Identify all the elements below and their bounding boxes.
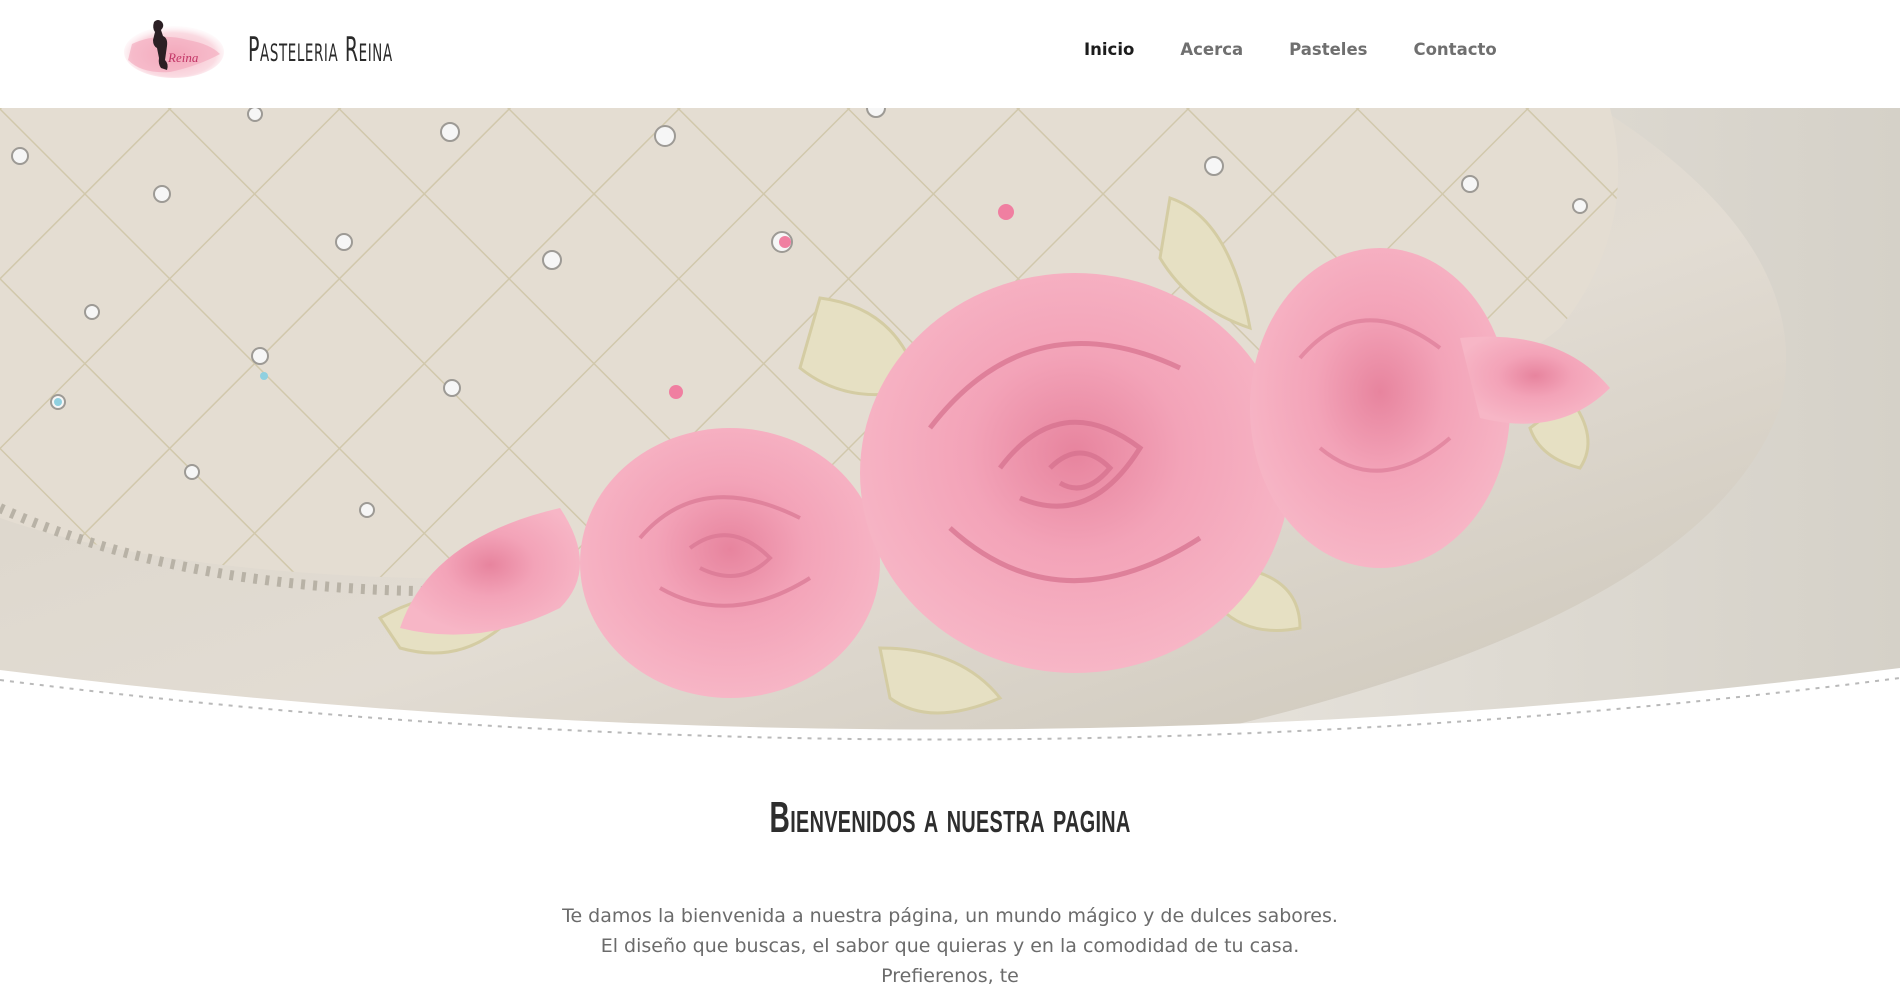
logo-wordmark: Reina [167,50,199,65]
silhouette-logo-icon[interactable]: Reina [118,14,226,86]
brand-name[interactable]: Pasteleria Reina [248,30,393,70]
hero-bottom-curve [0,668,1900,750]
welcome-title: Bienvenidos a nuestra pagina [769,793,1131,843]
welcome-title-wrap: Bienvenidos a nuestra pagina [0,793,1900,843]
nav-item-inicio[interactable]: Inicio [1084,40,1134,59]
welcome-text: Te damos la bienvenida a nuestra página,… [562,905,1338,987]
nav-item-pasteles[interactable]: Pasteles [1289,40,1367,59]
top-navbar: Reina Pasteleria Reina Inicio Acerca Pas… [0,0,1900,108]
nav-item-acerca[interactable]: Acerca [1180,40,1243,59]
nav-item-contacto[interactable]: Contacto [1413,40,1496,59]
brand[interactable]: Reina Pasteleria Reina [118,14,481,86]
main-nav: Inicio Acerca Pasteles Contacto [1084,40,1543,59]
